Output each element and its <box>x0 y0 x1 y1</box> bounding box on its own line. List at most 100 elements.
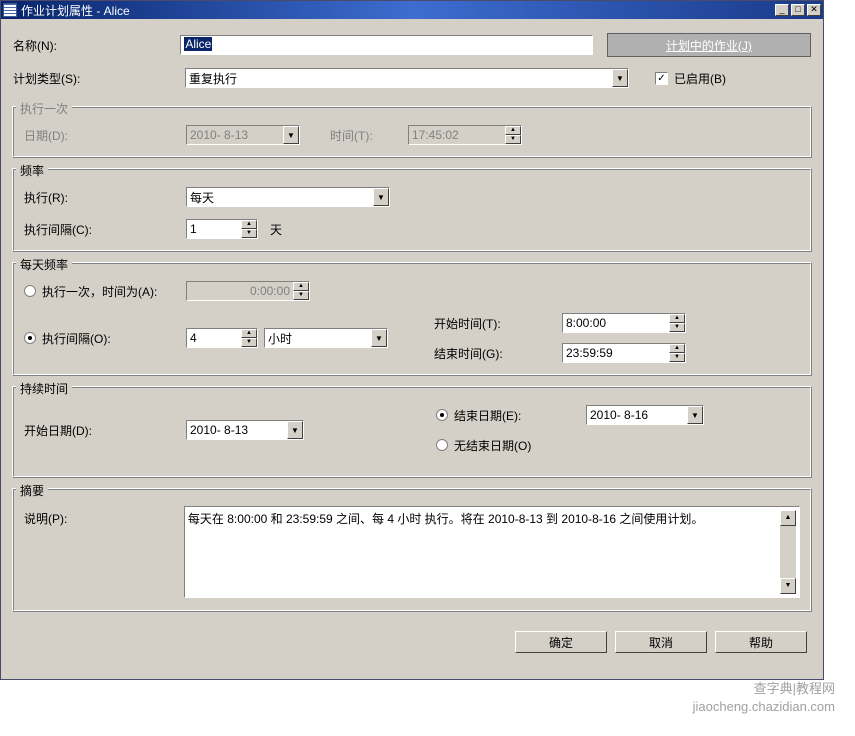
once-time-value: 17:45:02 <box>409 128 505 142</box>
title-wrap: 作业计划属性 - Alice <box>3 2 775 19</box>
daily-end-label: 结束时间(G): <box>434 345 562 362</box>
daily-group: 每天频率 执行一次，时间为(A): 0:00:00 ▲▼ 执行间隔(O): 4 <box>13 263 811 375</box>
chevron-down-icon: ▼ <box>612 69 628 87</box>
name-label: 名称(N): <box>13 37 180 54</box>
duration-start-input[interactable]: 2010- 8-13 ▼ <box>186 420 304 440</box>
ok-button[interactable]: 确定 <box>515 631 607 653</box>
watermark-line1: 查字典|教程网 <box>693 680 835 698</box>
duration-end-label: 结束日期(E): <box>454 407 521 424</box>
daily-unit-value: 小时 <box>268 330 292 347</box>
duration-start-label: 开始日期(D): <box>24 422 186 439</box>
spinner-icon: ▲▼ <box>669 344 685 362</box>
daily-once-label: 执行一次，时间为(A): <box>42 283 157 300</box>
daily-once-value: 0:00:00 <box>187 284 293 298</box>
freq-group: 频率 执行(R): 每天 ▼ 执行间隔(C): 1 ▲▼ 天 <box>13 169 811 251</box>
name-input[interactable]: Alice <box>180 35 593 55</box>
window-controls: _ □ ✕ <box>775 4 821 16</box>
window-title: 作业计划属性 - Alice <box>21 2 130 19</box>
daily-interval-radio[interactable]: 执行间隔(O): <box>24 330 186 347</box>
freq-exec-value: 每天 <box>190 189 214 206</box>
maximize-button[interactable]: □ <box>791 4 805 16</box>
type-value: 重复执行 <box>189 70 237 87</box>
radio-icon <box>436 409 448 421</box>
duration-noend-radio[interactable]: 无结束日期(O) <box>436 437 531 454</box>
summary-text: 每天在 8:00:00 和 23:59:59 之间、每 4 小时 执行。将在 2… <box>188 510 780 594</box>
summary-desc-label: 说明(P): <box>24 506 184 527</box>
scrollbar[interactable]: ▲ ▼ <box>780 510 796 594</box>
type-label: 计划类型(S): <box>13 70 185 87</box>
freq-interval-input[interactable]: 1 ▲▼ <box>186 219 258 239</box>
once-time-input: 17:45:02 ▲▼ <box>408 125 522 145</box>
minimize-button[interactable]: _ <box>775 4 789 16</box>
daily-interval-value: 4 <box>187 331 241 345</box>
titlebar: 作业计划属性 - Alice _ □ ✕ <box>1 1 823 19</box>
enabled-label: 已启用(B) <box>674 70 726 87</box>
name-row: 名称(N): Alice 计划中的作业(J) <box>13 33 811 57</box>
chevron-down-icon: ▼ <box>687 406 703 424</box>
once-group: 执行一次 日期(D): 2010- 8-13 ▼ 时间(T): 17:45:02… <box>13 107 811 157</box>
watermark-line2: jiaocheng.chazidian.com <box>693 698 835 716</box>
once-time-label: 时间(T): <box>330 127 408 144</box>
app-icon <box>3 3 17 17</box>
radio-icon <box>436 439 448 451</box>
duration-end-value: 2010- 8-16 <box>590 408 648 422</box>
daily-start-row: 开始时间(T): 8:00:00 ▲▼ <box>434 312 686 334</box>
daily-unit-select[interactable]: 小时 ▼ <box>264 328 388 348</box>
summary-textarea[interactable]: 每天在 8:00:00 和 23:59:59 之间、每 4 小时 执行。将在 2… <box>184 506 800 598</box>
duration-start-value: 2010- 8-13 <box>190 423 248 437</box>
daily-interval-row: 执行间隔(O): 4 ▲▼ 小时 ▼ 开始时间(T): 8:00:00 <box>24 312 800 364</box>
daily-end-input[interactable]: 23:59:59 ▲▼ <box>562 343 686 363</box>
freq-unit: 天 <box>270 221 282 238</box>
freq-exec-label: 执行(R): <box>24 189 186 206</box>
spinner-icon: ▲▼ <box>505 126 521 144</box>
chevron-down-icon: ▼ <box>287 421 303 439</box>
daily-end-row: 结束时间(G): 23:59:59 ▲▼ <box>434 342 686 364</box>
checkbox-icon: ✓ <box>655 72 668 85</box>
summary-group-label: 摘要 <box>16 482 48 499</box>
footer: 确定 取消 帮助 <box>13 631 811 653</box>
spinner-icon: ▲▼ <box>241 220 257 238</box>
cancel-button[interactable]: 取消 <box>615 631 707 653</box>
freq-interval-value: 1 <box>187 222 241 236</box>
once-group-label: 执行一次 <box>16 100 72 117</box>
duration-noend-row: 无结束日期(O) <box>436 434 704 456</box>
dialog-content: 名称(N): Alice 计划中的作业(J) 计划类型(S): 重复执行 ▼ ✓… <box>1 19 823 663</box>
jobs-in-plan-button[interactable]: 计划中的作业(J) <box>607 33 811 57</box>
freq-interval-label: 执行间隔(C): <box>24 221 186 238</box>
watermark: 查字典|教程网 jiaocheng.chazidian.com <box>693 680 835 716</box>
radio-icon <box>24 332 36 344</box>
duration-end-input[interactable]: 2010- 8-16 ▼ <box>586 405 704 425</box>
daily-once-input: 0:00:00 ▲▼ <box>186 281 310 301</box>
jobs-in-plan-label: 计划中的作业(J) <box>666 37 752 54</box>
duration-start-row: 开始日期(D): 2010- 8-13 ▼ 结束日期(E): 2010- 8-1… <box>24 404 800 456</box>
once-date-input: 2010- 8-13 ▼ <box>186 125 300 145</box>
spinner-icon: ▲▼ <box>241 329 257 347</box>
daily-start-label: 开始时间(T): <box>434 315 562 332</box>
scroll-down-icon[interactable]: ▼ <box>780 578 796 594</box>
daily-interval-input[interactable]: 4 ▲▼ <box>186 328 258 348</box>
spinner-icon: ▲▼ <box>293 282 309 300</box>
daily-start-input[interactable]: 8:00:00 ▲▼ <box>562 313 686 333</box>
duration-group-label: 持续时间 <box>16 380 72 397</box>
once-date-label: 日期(D): <box>24 127 186 144</box>
help-button[interactable]: 帮助 <box>715 631 807 653</box>
scroll-up-icon[interactable]: ▲ <box>780 510 796 526</box>
daily-once-row: 执行一次，时间为(A): 0:00:00 ▲▼ <box>24 280 800 302</box>
duration-end-row: 结束日期(E): 2010- 8-16 ▼ <box>436 404 704 426</box>
duration-end-radio[interactable]: 结束日期(E): <box>436 407 586 424</box>
spinner-icon: ▲▼ <box>669 314 685 332</box>
freq-exec-select[interactable]: 每天 ▼ <box>186 187 390 207</box>
freq-exec-row: 执行(R): 每天 ▼ <box>24 186 800 208</box>
once-date-value: 2010- 8-13 <box>187 128 283 142</box>
type-select[interactable]: 重复执行 ▼ <box>185 68 629 88</box>
daily-group-label: 每天频率 <box>16 256 72 273</box>
enabled-checkbox[interactable]: ✓ 已启用(B) <box>655 70 726 87</box>
chevron-down-icon: ▼ <box>371 329 387 347</box>
daily-once-radio[interactable]: 执行一次，时间为(A): <box>24 283 186 300</box>
daily-end-value: 23:59:59 <box>563 346 669 360</box>
close-button[interactable]: ✕ <box>807 4 821 16</box>
daily-interval-label: 执行间隔(O): <box>42 330 111 347</box>
duration-noend-label: 无结束日期(O) <box>454 437 531 454</box>
once-row: 日期(D): 2010- 8-13 ▼ 时间(T): 17:45:02 ▲▼ <box>24 124 800 146</box>
window: 作业计划属性 - Alice _ □ ✕ 名称(N): Alice 计划中的作业… <box>0 0 824 680</box>
